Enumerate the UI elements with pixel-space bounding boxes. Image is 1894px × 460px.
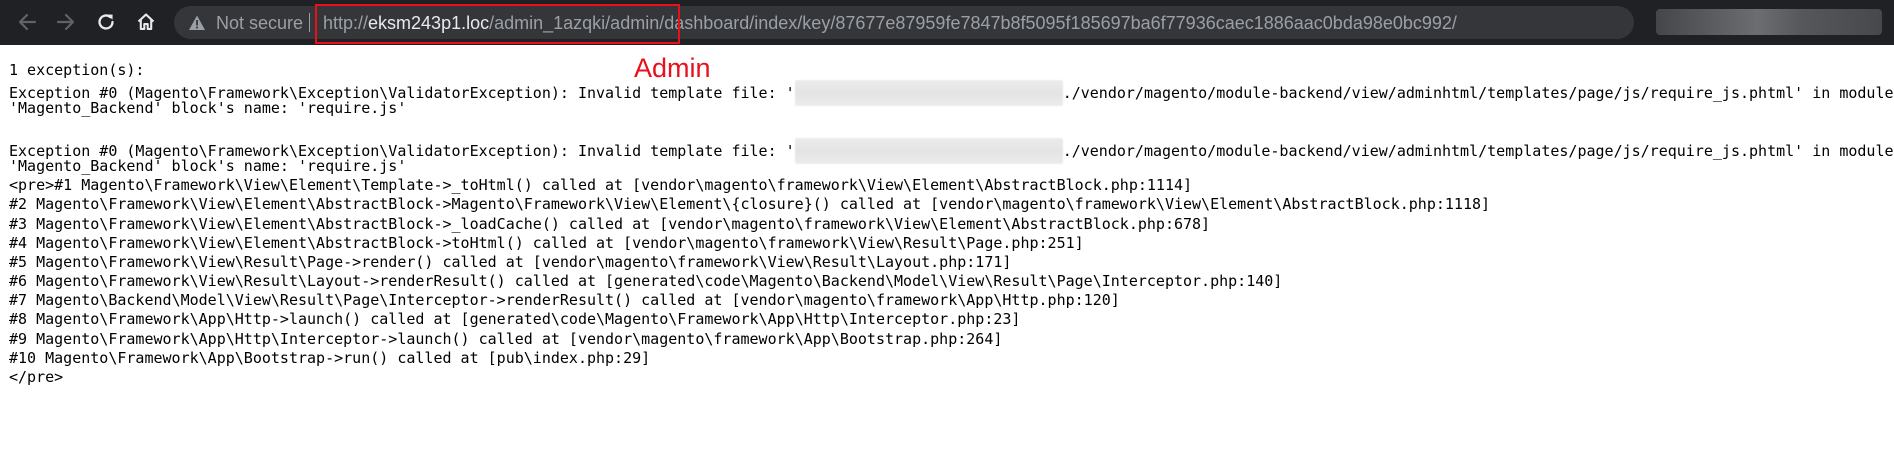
- stack-trace-line: </pre>: [9, 368, 64, 386]
- redacted-path: [794, 80, 1063, 107]
- stack-trace-line: #5 Magento\Framework\View\Result\Page->r…: [9, 252, 1012, 271]
- stack-trace-line: #3 Magento\Framework\View\Element\Abstra…: [9, 214, 1211, 233]
- error-output: 1 exception(s): Exception #0 (Magento\Fr…: [9, 61, 1894, 387]
- stack-trace-line: #4 Magento\Framework\View\Element\Abstra…: [9, 233, 1084, 252]
- stack-trace-line: #9 Magento\Framework\App\Http\Intercepto…: [9, 329, 1003, 348]
- redacted-path: [794, 137, 1063, 164]
- stack-trace-line: #6 Magento\Framework\View\Result\Layout-…: [9, 272, 1283, 291]
- stack-trace-line: #7 Magento\Backend\Model\View\Result\Pag…: [9, 291, 1120, 310]
- home-icon[interactable]: [133, 9, 159, 35]
- forward-arrow-icon[interactable]: [53, 9, 79, 35]
- reload-icon[interactable]: [93, 9, 119, 35]
- exception-line: Exception #0 (Magento\Framework\Exceptio…: [9, 137, 1894, 164]
- browser-toolbar: Not secure http://eksm243p1.loc/admin_1a…: [0, 0, 1894, 45]
- back-arrow-icon[interactable]: [14, 9, 40, 35]
- stack-trace-line: #8 Magento\Framework\App\Http->launch() …: [9, 310, 1021, 329]
- stack-trace-line: #10 Magento\Framework\App\Bootstrap->run…: [9, 348, 651, 367]
- security-label[interactable]: Not secure: [216, 13, 303, 34]
- exception-line: Exception #0 (Magento\Framework\Exceptio…: [9, 80, 1894, 107]
- exception-summary: 1 exception(s):: [9, 61, 145, 79]
- exception-text: ./vendor/magento/module-backend/view/adm…: [1062, 84, 1894, 103]
- stack-trace-line: #2 Magento\Framework\View\Element\Abstra…: [9, 195, 1491, 214]
- extensions-area-blurred: [1656, 9, 1882, 35]
- exception-text: ./vendor/magento/module-backend/view/adm…: [1062, 141, 1894, 160]
- info-icon[interactable]: [188, 14, 206, 37]
- annotation-highlight-box: [315, 4, 680, 44]
- stack-trace-line: <pre>#1 Magento\Framework\View\Element\T…: [9, 176, 1193, 195]
- address-separator: [309, 13, 310, 32]
